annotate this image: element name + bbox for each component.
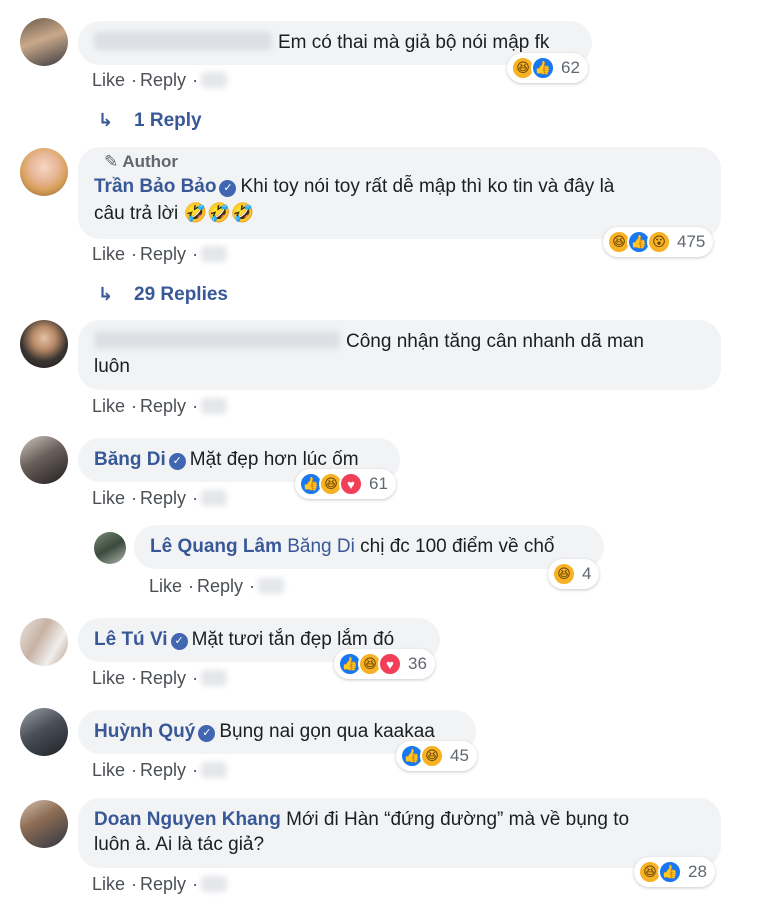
timestamp [201, 876, 228, 892]
reaction-summary[interactable]: 😆 👍 62 [507, 53, 588, 83]
comment-bubble: Công nhận tăng cân nhanh dã man luôn [78, 320, 721, 390]
commenter-name[interactable]: Lê Quang Lâm [150, 536, 282, 557]
like-button[interactable]: Like [92, 488, 125, 508]
reply-button[interactable]: Reply [140, 668, 186, 688]
reply-bubble: Lê Quang Lâm Băng Di chị đc 100 điểm về … [134, 525, 604, 569]
commenter-name[interactable]: Trần Bảo Bảo [94, 176, 216, 197]
reaction-summary[interactable]: 👍 😆 ♥ 36 [334, 649, 435, 679]
verified-icon: ✓ [170, 633, 188, 650]
like-icon: 👍 [531, 56, 555, 80]
comment-text: Công nhận tăng cân nhanh dã man [346, 331, 644, 352]
comment-actions: Like · Reply · [149, 576, 287, 597]
comment-text-line2: luôn à. Ai là tác giả? [94, 834, 265, 855]
comment-text: Khi toy nói toy rất dễ mập thì ko tin và… [240, 176, 615, 197]
avatar[interactable] [20, 18, 68, 66]
comment-actions: Like · Reply · [92, 874, 230, 895]
commenter-name[interactable]: Doan Nguyen Khang [94, 809, 281, 830]
commenter-name[interactable]: Băng Di [94, 449, 166, 470]
reply-button[interactable]: Reply [140, 396, 186, 416]
reaction-summary[interactable]: 👍 😆 ♥ 61 [295, 469, 396, 499]
heart-icon: ♥ [378, 652, 402, 676]
reaction-summary[interactable]: 😆 👍 😮 475 [603, 227, 714, 257]
reply-button[interactable]: Reply [140, 70, 186, 90]
timestamp [258, 578, 285, 594]
reaction-count: 475 [677, 232, 706, 251]
comment-text: Bụng nai gọn qua kaakaa [219, 721, 435, 742]
avatar[interactable] [20, 800, 68, 848]
reaction-count: 62 [561, 58, 580, 77]
comment-text-line2: câu trả lời 🤣🤣🤣 [94, 203, 255, 224]
like-icon: 👍 [658, 860, 682, 884]
blurred-name [94, 32, 272, 50]
comment-text: chị đc 100 điểm về chổ [360, 536, 555, 557]
reaction-count: 28 [688, 862, 707, 881]
view-replies-link[interactable]: ↳ 1 Reply [98, 110, 202, 132]
author-badge: ✎ Author [104, 152, 179, 171]
like-button[interactable]: Like [92, 396, 125, 416]
timestamp [201, 670, 228, 686]
timestamp [201, 490, 228, 506]
comment-actions: Like · Reply · [92, 668, 230, 689]
comment-actions: Like · Reply · [92, 244, 230, 265]
like-button[interactable]: Like [149, 576, 182, 596]
comment-bubble: Doan Nguyen Khang Mới đi Hàn “đứng đường… [78, 798, 721, 868]
comment-text: Em có thai mà giả bộ nói mập fk [278, 32, 550, 53]
reaction-summary[interactable]: 😆 👍 28 [634, 857, 715, 887]
haha-icon: 😆 [420, 744, 444, 768]
avatar[interactable] [20, 618, 68, 666]
reply-button[interactable]: Reply [140, 244, 186, 264]
view-replies-link[interactable]: ↳ 29 Replies [98, 284, 228, 306]
reply-arrow-icon: ↳ [98, 110, 114, 130]
comment-actions: Like · Reply · [92, 70, 230, 91]
avatar[interactable] [20, 148, 68, 196]
avatar[interactable] [94, 532, 126, 564]
comment-text: Mới đi Hàn “đứng đường” mà về bụng to [286, 809, 630, 830]
pencil-icon: ✎ [104, 152, 119, 171]
timestamp [201, 398, 228, 414]
comment-text-line2: luôn [94, 356, 130, 377]
comment-actions: Like · Reply · [92, 760, 230, 781]
like-button[interactable]: Like [92, 244, 125, 264]
reaction-count: 36 [408, 654, 427, 673]
heart-icon: ♥ [339, 472, 363, 496]
avatar[interactable] [20, 436, 68, 484]
commenter-name[interactable]: Lê Tú Vi [94, 629, 168, 650]
timestamp [201, 762, 228, 778]
haha-icon: 😆 [552, 562, 576, 586]
wow-icon: 😮 [647, 230, 671, 254]
comment-actions: Like · Reply · [92, 488, 230, 509]
reaction-count: 45 [450, 746, 469, 765]
reply-button[interactable]: Reply [197, 576, 243, 596]
comment-bubble: ✎ Author Trần Bảo Bảo ✓ Khi toy nói toy rấ… [78, 147, 721, 239]
reaction-summary[interactable]: 😆 4 [548, 559, 600, 589]
verified-icon: ✓ [198, 725, 216, 742]
like-button[interactable]: Like [92, 874, 125, 894]
reply-button[interactable]: Reply [140, 488, 186, 508]
like-button[interactable]: Like [92, 70, 125, 90]
like-button[interactable]: Like [92, 760, 125, 780]
comment-text: Mặt đẹp hơn lúc ốm [189, 449, 359, 470]
like-button[interactable]: Like [92, 668, 125, 688]
comment-text: Mặt tươi tắn đẹp lắm đó [191, 629, 395, 650]
verified-icon: ✓ [219, 180, 237, 197]
blurred-name [94, 331, 340, 349]
reaction-count: 61 [369, 474, 388, 493]
reply-button[interactable]: Reply [140, 760, 186, 780]
commenter-name[interactable]: Huỳnh Quý [94, 721, 195, 742]
reply-arrow-icon: ↳ [98, 284, 114, 304]
timestamp [201, 246, 228, 262]
reaction-summary[interactable]: 👍 😆 45 [396, 741, 477, 771]
avatar[interactable] [20, 320, 68, 368]
mention-link[interactable]: Băng Di [287, 536, 355, 557]
timestamp [201, 72, 228, 88]
reaction-count: 4 [582, 564, 592, 583]
avatar[interactable] [20, 708, 68, 756]
comment-actions: Like · Reply · [92, 396, 230, 417]
verified-icon: ✓ [168, 453, 186, 470]
reply-button[interactable]: Reply [140, 874, 186, 894]
